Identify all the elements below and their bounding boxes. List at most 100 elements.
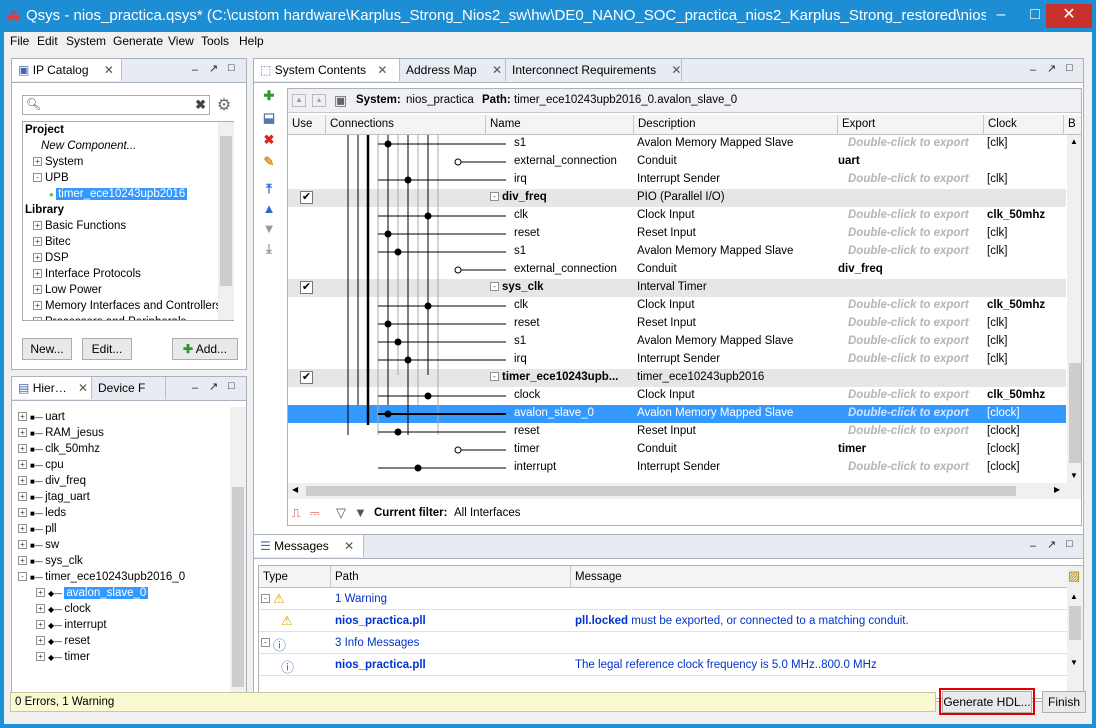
menu-tools[interactable]: Tools <box>201 34 229 48</box>
collapse-icon[interactable]: - <box>33 173 42 183</box>
clear-search-icon[interactable]: ✖ <box>195 97 206 113</box>
tab-hierarchy[interactable]: ▤ Hier… ✕ <box>12 377 92 399</box>
clock-cell[interactable]: clk_50mhz <box>987 209 1063 221</box>
collapse-icon[interactable]: - <box>261 638 270 647</box>
gear-icon[interactable]: ⚙ <box>214 95 234 115</box>
message-row[interactable]: - ⚠ 1 Warning <box>259 588 1067 610</box>
expand-icon[interactable]: + <box>18 460 27 470</box>
clock-cell[interactable]: clk_50mhz <box>987 389 1063 401</box>
hier-tree-item[interactable]: + ◆— avalon_slave_0 <box>16 587 149 603</box>
clock-cell[interactable]: clk_50mhz <box>987 299 1063 311</box>
close-tab-icon[interactable]: ✕ <box>377 63 387 77</box>
expand-icon[interactable]: + <box>18 540 27 550</box>
hier-tree-item[interactable]: + ◆— clock <box>16 603 91 619</box>
expand-icon[interactable]: + <box>36 604 45 614</box>
expand-icon[interactable]: + <box>18 412 27 422</box>
ip-tree-item[interactable]: Project <box>23 124 64 140</box>
clock-cell[interactable]: [clock] <box>987 407 1063 419</box>
edit-component-button[interactable]: Edit... <box>82 338 132 360</box>
menu-view[interactable]: View <box>168 34 194 48</box>
filter-icon[interactable]: ▽ <box>336 505 346 521</box>
move-top-icon[interactable]: ⤒ <box>262 182 276 196</box>
hier-tree-item[interactable]: + ■— sys_clk <box>16 555 83 571</box>
clock-cell[interactable]: [clk] <box>987 353 1063 365</box>
tab-interconnect-requirements[interactable]: Interconnect Requirements ✕ <box>506 59 682 81</box>
expand-icon[interactable]: + <box>18 492 27 502</box>
expand-icon[interactable]: + <box>33 253 42 263</box>
ip-tree-item[interactable]: + Basic Functions <box>23 220 126 236</box>
ip-tree-item[interactable]: + Interface Protocols <box>23 268 141 284</box>
export-cell[interactable]: Double-click to export <box>848 227 992 239</box>
add-hierarchy-icon[interactable]: ⬓ <box>262 111 276 125</box>
hier-tree-item[interactable]: + ■— clk_50mhz <box>16 443 100 459</box>
hier-tree-item[interactable]: + ◆— reset <box>16 635 90 651</box>
close-button[interactable]: ✕ <box>1046 4 1092 28</box>
col-export[interactable]: Export <box>838 115 984 135</box>
col-message[interactable]: Message <box>571 566 1067 588</box>
use-checkbox[interactable]: ✔ <box>300 281 313 294</box>
message-row[interactable]: ⓘ nios_practica.pll The legal reference cl… <box>259 654 1067 676</box>
hier-tree-item[interactable]: + ■— uart <box>16 411 65 427</box>
maximize-icon[interactable]: □ <box>228 62 235 74</box>
clock-cell[interactable]: [clock] <box>987 461 1063 473</box>
connections-graph[interactable] <box>328 135 518 483</box>
export-cell[interactable]: Double-click to export <box>848 245 992 257</box>
expand-icon[interactable]: + <box>36 652 45 662</box>
clock-cell[interactable]: [clk] <box>987 137 1063 149</box>
col-base[interactable]: B <box>1064 115 1081 135</box>
ip-tree-item[interactable]: New Component... <box>23 140 136 156</box>
hier-tree-item[interactable]: + ■— RAM_jesus <box>16 427 104 443</box>
up-top-icon[interactable]: ▲ <box>292 94 306 107</box>
close-tab-icon[interactable]: ✕ <box>104 63 114 77</box>
menu-file[interactable]: File <box>10 34 29 48</box>
expand-icon[interactable]: + <box>18 476 27 486</box>
hier-tree-item[interactable]: - ■— timer_ece10243upb2016_0 <box>16 571 185 587</box>
export-cell[interactable]: Double-click to export <box>848 353 992 365</box>
expand-icon[interactable]: + <box>18 556 27 566</box>
close-tab-icon[interactable]: ✕ <box>492 63 502 77</box>
expand-icon[interactable]: + <box>33 317 42 320</box>
use-checkbox[interactable]: ✔ <box>300 191 313 204</box>
scroll-thumb[interactable] <box>232 487 244 687</box>
minimize-button[interactable]: – <box>984 4 1018 28</box>
hide-signals-icon[interactable]: ⎓ <box>310 506 320 521</box>
expand-icon[interactable]: + <box>18 428 27 438</box>
maximize-icon[interactable]: □ <box>228 380 235 392</box>
export-cell[interactable]: Double-click to export <box>848 407 992 419</box>
hier-tree-item[interactable]: + ◆— interrupt <box>16 619 107 635</box>
hier-tree-item[interactable]: + ■— div_freq <box>16 475 86 491</box>
clock-cell[interactable]: [clock] <box>987 425 1063 437</box>
new-component-button[interactable]: New... <box>22 338 72 360</box>
expand-icon[interactable]: + <box>36 620 45 630</box>
edit-icon[interactable]: ✎ <box>262 155 276 169</box>
export-cell[interactable]: uart <box>838 155 982 167</box>
hier-tree-item[interactable]: + ■— pll <box>16 523 57 539</box>
message-row[interactable]: ⚠ nios_practica.pll pll.locked must be exp… <box>259 610 1067 632</box>
tab-messages[interactable]: ☰ Messages ✕ <box>254 535 364 557</box>
menu-edit[interactable]: Edit <box>37 34 58 48</box>
scroll-up-icon[interactable]: ▲ <box>1070 592 1078 601</box>
popout-icon[interactable]: ↗ <box>209 62 218 75</box>
hier-tree-item[interactable]: + ◆— timer <box>16 651 90 667</box>
expand-icon[interactable]: + <box>18 444 27 454</box>
hier-tree-item[interactable]: + ■— jtag_uart <box>16 491 90 507</box>
finish-button[interactable]: Finish <box>1042 691 1086 713</box>
add-icon[interactable]: ✚ <box>262 89 276 103</box>
expand-icon[interactable]: + <box>18 508 27 518</box>
clock-cell[interactable]: [clk] <box>987 317 1063 329</box>
col-description[interactable]: Description <box>634 115 838 135</box>
ip-tree-item[interactable]: + Low Power <box>23 284 102 300</box>
expand-icon[interactable]: + <box>33 269 42 279</box>
expand-icon[interactable]: + <box>33 157 42 167</box>
hier-scrollbar[interactable] <box>230 407 246 697</box>
col-name[interactable]: Name <box>486 115 634 135</box>
popout-icon[interactable]: ↗ <box>1047 62 1056 75</box>
col-type[interactable]: Type <box>259 566 331 588</box>
table-hscroll[interactable]: ◀ ▶ <box>288 483 1081 499</box>
export-cell[interactable]: Double-click to export <box>848 425 992 437</box>
scroll-up-icon[interactable]: ▲ <box>1070 137 1078 146</box>
up-icon[interactable]: ▴ <box>312 94 326 107</box>
expand-icon[interactable]: + <box>36 636 45 646</box>
export-cell[interactable]: Double-click to export <box>848 317 992 329</box>
col-path[interactable]: Path <box>331 566 571 588</box>
